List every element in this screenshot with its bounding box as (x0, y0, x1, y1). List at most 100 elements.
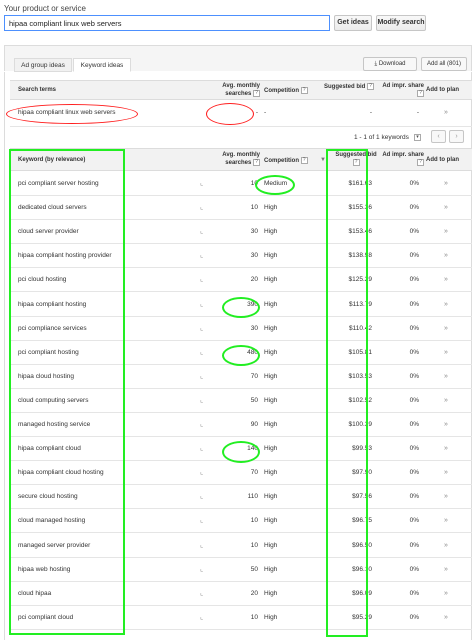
competition-cell: High (264, 204, 278, 212)
competition-cell: High (264, 252, 278, 260)
next-page-button[interactable]: › (449, 130, 464, 143)
header-competition[interactable]: Competition ? (264, 87, 308, 94)
ad-impr-share-cell: 0% (409, 469, 419, 477)
competition-cell: High (264, 276, 278, 284)
avg-searches-cell: 70 (250, 469, 258, 477)
download-label: Download (378, 61, 406, 67)
add-to-plan-icon[interactable]: » (440, 558, 452, 581)
add-to-plan-icon[interactable]: » (440, 172, 452, 195)
green-circle-annotation (222, 441, 260, 463)
green-box-annotation (9, 149, 125, 635)
add-to-plan-icon[interactable]: » (440, 196, 452, 219)
trend-chart-icon[interactable]: ⌞ (200, 220, 210, 243)
pager-text: 1 - 1 of 1 keywords (354, 134, 409, 141)
add-to-plan-icon[interactable]: » (440, 437, 452, 460)
search-terms-header: Search terms Avg. monthly searches ? Com… (10, 80, 472, 100)
header-search-terms[interactable]: Search terms (18, 87, 56, 93)
competition-cell: High (264, 493, 278, 501)
header-ad-impr-share[interactable]: Ad impr. share ? (376, 83, 424, 98)
prev-page-button[interactable]: ‹ (431, 130, 446, 143)
avg-searches-cell: 30 (250, 228, 258, 236)
add-to-plan-icon[interactable]: » (440, 582, 452, 605)
green-box-annotation (326, 149, 368, 637)
trend-chart-icon[interactable]: ⌞ (200, 558, 210, 581)
help-icon[interactable]: ? (253, 159, 260, 166)
header-suggested-bid[interactable]: Suggested bid ? (324, 83, 375, 91)
add-to-plan-icon[interactable]: » (440, 389, 452, 412)
avg-searches-cell: 10 (250, 613, 258, 621)
download-button[interactable]: ⤓ Download (363, 57, 417, 71)
search-term-share: - (416, 109, 419, 116)
add-to-plan-icon[interactable]: » (440, 268, 452, 291)
competition-cell: High (264, 324, 278, 332)
trend-chart-icon[interactable]: ⌞ (200, 437, 210, 460)
ad-impr-share-cell: 0% (409, 180, 419, 187)
add-to-plan-icon[interactable]: » (440, 413, 452, 436)
modify-search-button[interactable]: Modify search (376, 15, 426, 31)
help-icon[interactable]: ? (253, 90, 260, 97)
trend-chart-icon[interactable]: ⌞ (200, 244, 210, 267)
search-term-competition: - (264, 109, 267, 116)
competition-cell: High (264, 589, 278, 597)
add-to-plan-icon[interactable]: » (440, 293, 452, 316)
add-to-plan-icon[interactable]: » (440, 101, 452, 124)
add-to-plan-icon[interactable]: » (440, 341, 452, 364)
green-circle-annotation (255, 175, 295, 195)
competition-cell: High (264, 421, 278, 428)
add-to-plan-icon[interactable]: » (440, 534, 452, 557)
red-circle-annotation (206, 103, 254, 125)
help-icon[interactable]: ? (417, 90, 424, 97)
add-to-plan-icon[interactable]: » (440, 220, 452, 243)
trend-chart-icon[interactable]: ⌞ (200, 606, 210, 629)
avg-searches-cell: 110 (247, 493, 258, 501)
ad-impr-share-cell: 0% (409, 324, 419, 332)
trend-chart-icon[interactable]: ⌞ (200, 485, 210, 508)
avg-searches-cell: 90 (250, 421, 258, 428)
help-icon[interactable]: ? (300, 87, 308, 94)
search-input[interactable] (4, 15, 330, 31)
help-icon[interactable]: ? (300, 157, 308, 164)
header-competition[interactable]: Competition ? (264, 157, 308, 164)
trend-chart-icon[interactable]: ⌞ (200, 365, 210, 388)
avg-searches-cell: 30 (250, 252, 258, 260)
competition-cell: High (264, 565, 278, 573)
avg-searches-cell: 50 (250, 565, 258, 573)
trend-chart-icon[interactable]: ⌞ (200, 196, 210, 219)
trend-chart-icon[interactable]: ⌞ (200, 172, 210, 195)
help-icon[interactable]: ? (417, 159, 424, 166)
trend-chart-icon[interactable]: ⌞ (200, 534, 210, 557)
header-ad-impr-share[interactable]: Ad impr. share ? (376, 152, 424, 167)
avg-searches-cell: 10 (250, 517, 258, 525)
trend-chart-icon[interactable]: ⌞ (200, 317, 210, 340)
add-to-plan-icon[interactable]: » (440, 606, 452, 629)
add-all-button[interactable]: Add all (801) (421, 57, 467, 71)
trend-chart-icon[interactable]: ⌞ (200, 341, 210, 364)
ad-impr-share-cell: 0% (409, 541, 419, 549)
tab-ad-group-ideas[interactable]: Ad group ideas (14, 58, 72, 72)
page-size-dropdown-icon[interactable]: ▾ (414, 134, 421, 141)
competition-cell: High (264, 469, 278, 477)
add-to-plan-icon[interactable]: » (440, 317, 452, 340)
trend-chart-icon[interactable]: ⌞ (200, 293, 210, 316)
trend-chart-icon[interactable]: ⌞ (200, 413, 210, 436)
trend-chart-icon[interactable]: ⌞ (200, 509, 210, 532)
header-avg-monthly[interactable]: Avg. monthly searches ? (206, 152, 260, 167)
download-icon: ⤓ (374, 61, 378, 67)
tab-keyword-ideas[interactable]: Keyword ideas (73, 58, 131, 72)
help-icon[interactable]: ? (367, 83, 375, 90)
add-to-plan-icon[interactable]: » (440, 509, 452, 532)
competition-cell: High (264, 541, 278, 549)
avg-searches-cell: 10 (250, 541, 258, 549)
get-ideas-button[interactable]: Get ideas (334, 15, 372, 31)
trend-chart-icon[interactable]: ⌞ (200, 461, 210, 484)
header-bid-label: Suggested bid (324, 84, 366, 91)
trend-chart-icon[interactable]: ⌞ (200, 268, 210, 291)
add-to-plan-icon[interactable]: » (440, 365, 452, 388)
competition-cell: High (264, 445, 278, 453)
header-avg-monthly[interactable]: Avg. monthly searches ? (206, 83, 260, 98)
trend-chart-icon[interactable]: ⌞ (200, 582, 210, 605)
add-to-plan-icon[interactable]: » (440, 485, 452, 508)
add-to-plan-icon[interactable]: » (440, 244, 452, 267)
add-to-plan-icon[interactable]: » (440, 461, 452, 484)
trend-chart-icon[interactable]: ⌞ (200, 389, 210, 412)
